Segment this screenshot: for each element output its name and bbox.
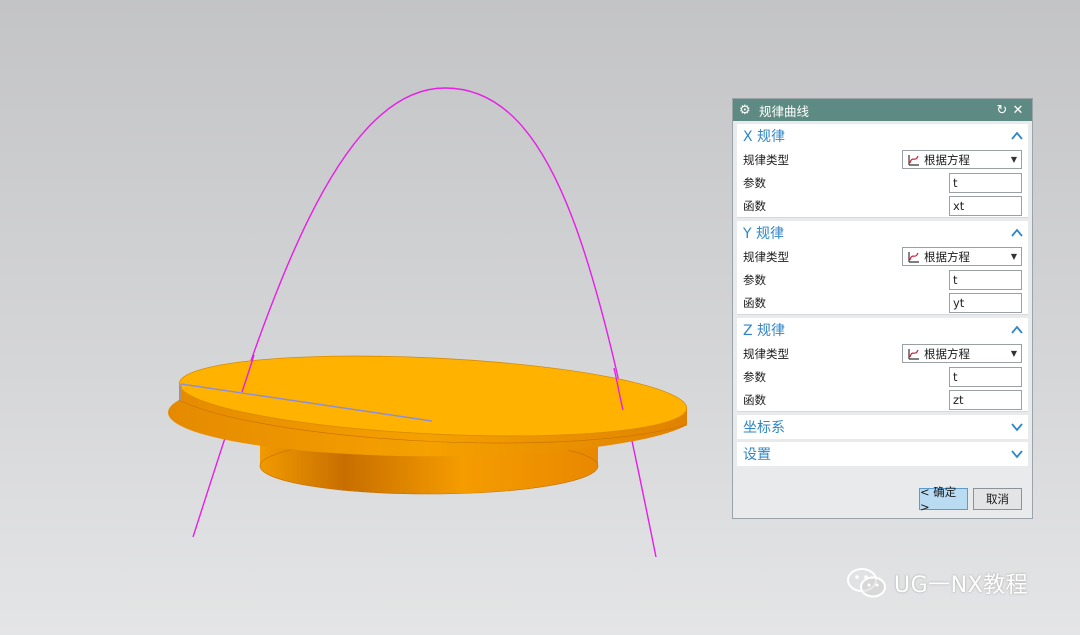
x-func-label: 函数 <box>743 198 766 213</box>
y-func-input[interactable] <box>949 292 1022 313</box>
z-law-header[interactable]: Z 规律 <box>737 318 1028 342</box>
law-equation-icon <box>908 154 919 166</box>
x-law-header[interactable]: X 规律 <box>737 124 1028 148</box>
y-law-type-select[interactable]: 根据方程 ▼ <box>902 247 1022 266</box>
settings-header[interactable]: 设置 <box>737 442 1028 466</box>
z-law-type-value: 根据方程 <box>924 346 970 361</box>
chevron-down-icon[interactable] <box>1010 420 1024 434</box>
chevron-down-icon[interactable] <box>1010 447 1024 461</box>
x-law-group: X 规律 规律类型 根据方程 ▼ 参数 函数 <box>737 124 1028 218</box>
x-func-row: 函数 <box>737 194 1028 217</box>
top-disc[interactable] <box>168 346 689 457</box>
watermark-text: UG一NX教程 <box>894 573 1029 598</box>
x-law-type-value: 根据方程 <box>924 152 970 167</box>
z-law-type-select[interactable]: 根据方程 ▼ <box>902 344 1022 363</box>
x-law-title: X 规律 <box>743 129 786 145</box>
coord-system-title: 坐标系 <box>743 420 785 436</box>
dialog-title: 规律曲线 <box>759 103 810 119</box>
y-law-type-label: 规律类型 <box>743 249 789 264</box>
z-func-row: 函数 <box>737 388 1028 411</box>
y-param-input[interactable] <box>949 269 1022 290</box>
cancel-button[interactable]: 取消 <box>973 488 1022 510</box>
z-func-label: 函数 <box>743 392 766 407</box>
dialog-button-bar: < 确定 > 取消 <box>733 480 1032 518</box>
x-func-input[interactable] <box>949 195 1022 216</box>
x-param-label: 参数 <box>743 175 766 190</box>
dialog-titlebar[interactable]: ⚙ 规律曲线 ↻ ✕ <box>733 99 1032 121</box>
x-law-type-select[interactable]: 根据方程 ▼ <box>902 150 1022 169</box>
watermark: UG一NX教程 <box>846 566 1028 600</box>
z-law-type-label: 规律类型 <box>743 346 789 361</box>
y-func-row: 函数 <box>737 291 1028 314</box>
y-param-label: 参数 <box>743 272 766 287</box>
chevron-up-icon[interactable] <box>1010 226 1024 240</box>
dropdown-caret-icon: ▼ <box>1010 155 1017 164</box>
chevron-up-icon[interactable] <box>1010 129 1024 143</box>
coord-system-group: 坐标系 <box>737 415 1028 439</box>
z-param-input[interactable] <box>949 366 1022 387</box>
y-func-label: 函数 <box>743 295 766 310</box>
x-param-input[interactable] <box>949 172 1022 193</box>
z-law-group: Z 规律 规律类型 根据方程 ▼ 参数 函数 <box>737 318 1028 412</box>
law-equation-icon <box>908 251 919 263</box>
coord-system-header[interactable]: 坐标系 <box>737 415 1028 439</box>
z-param-row: 参数 <box>737 365 1028 388</box>
y-law-group: Y 规律 规律类型 根据方程 ▼ 参数 函数 <box>737 221 1028 315</box>
settings-group: 设置 <box>737 442 1028 466</box>
x-law-type-row: 规律类型 根据方程 ▼ <box>737 148 1028 171</box>
reset-icon[interactable]: ↻ <box>994 103 1010 118</box>
z-func-input[interactable] <box>949 389 1022 410</box>
law-equation-icon <box>908 348 919 360</box>
x-law-type-label: 规律类型 <box>743 152 789 167</box>
z-law-type-row: 规律类型 根据方程 ▼ <box>737 342 1028 365</box>
y-param-row: 参数 <box>737 268 1028 291</box>
close-icon[interactable]: ✕ <box>1010 103 1026 118</box>
y-law-type-row: 规律类型 根据方程 ▼ <box>737 245 1028 268</box>
dropdown-caret-icon: ▼ <box>1010 252 1017 261</box>
y-law-title: Y 规律 <box>743 226 785 242</box>
y-law-type-value: 根据方程 <box>924 249 970 264</box>
z-law-title: Z 规律 <box>743 323 786 339</box>
wechat-icon <box>847 568 886 598</box>
chevron-up-icon[interactable] <box>1010 323 1024 337</box>
gear-icon[interactable]: ⚙ <box>739 103 755 118</box>
x-param-row: 参数 <box>737 171 1028 194</box>
law-curve-dialog: ⚙ 规律曲线 ↻ ✕ X 规律 规律类型 根据方程 ▼ 参数 函数 <box>732 98 1033 519</box>
y-law-header[interactable]: Y 规律 <box>737 221 1028 245</box>
ok-button[interactable]: < 确定 > <box>919 485 968 514</box>
z-param-label: 参数 <box>743 369 766 384</box>
dropdown-caret-icon: ▼ <box>1010 349 1017 358</box>
settings-title: 设置 <box>743 447 771 463</box>
